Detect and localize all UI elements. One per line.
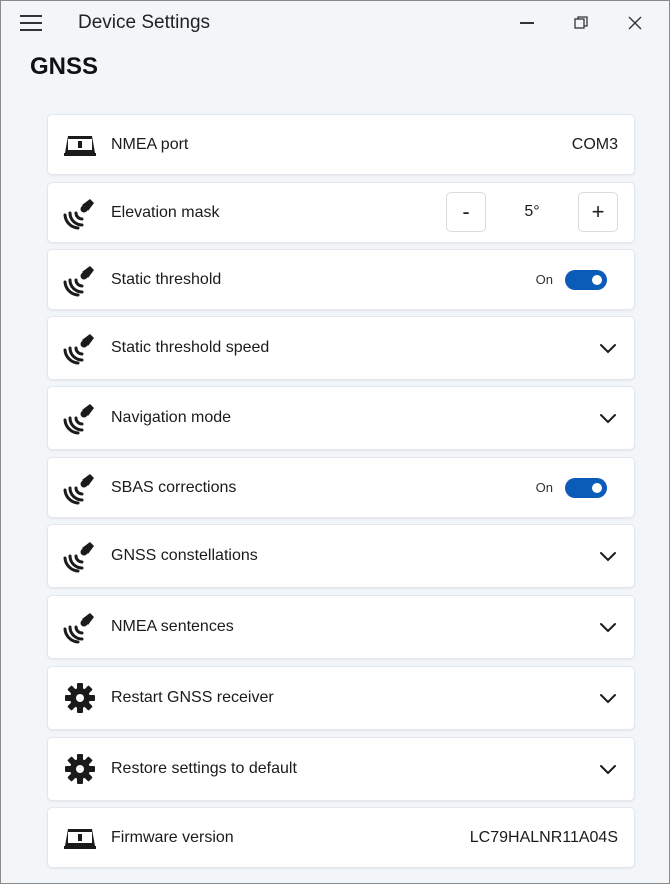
setting-label: Elevation mask — [111, 203, 220, 221]
minimize-icon — [520, 22, 534, 24]
satellite-icon — [63, 401, 97, 435]
device-icon — [63, 128, 97, 162]
increment-button[interactable]: + — [578, 191, 618, 232]
setting-gnss-constellations[interactable]: GNSS constellations — [47, 524, 635, 588]
satellite-icon — [63, 196, 97, 230]
setting-label: Restart GNSS receiver — [111, 689, 274, 706]
sbas-toggle[interactable] — [565, 477, 607, 498]
setting-navigation-mode[interactable]: Navigation mode — [47, 386, 635, 450]
chevron-down-icon[interactable] — [596, 544, 620, 568]
toggle-state: On — [535, 480, 553, 495]
toggle-container: On — [535, 477, 607, 498]
setting-value: LC79HALNR11A04S — [469, 828, 618, 846]
chevron-down-icon[interactable] — [596, 686, 620, 710]
satellite-icon — [63, 539, 97, 573]
toggle-container: On — [535, 269, 607, 290]
chevron-down-icon[interactable] — [596, 757, 620, 781]
app-title: Device Settings — [78, 12, 211, 33]
setting-label: NMEA sentences — [111, 618, 234, 635]
satellite-icon — [63, 610, 97, 644]
elevation-stepper: - 5° + — [446, 191, 618, 234]
device-settings-window: Device Settings GNSS NMEA port COM3 Elev… — [0, 0, 670, 884]
hamburger-icon[interactable] — [15, 11, 47, 35]
setting-static-threshold: Static threshold On — [47, 249, 635, 310]
close-button[interactable] — [615, 7, 655, 39]
setting-restore-defaults[interactable]: Restore settings to default — [47, 737, 635, 801]
gear-icon — [63, 752, 97, 786]
gear-icon — [63, 681, 97, 715]
setting-label: Static threshold speed — [111, 339, 270, 356]
maximize-button[interactable] — [561, 7, 601, 39]
setting-label: SBAS corrections — [111, 478, 237, 496]
setting-elevation-mask: Elevation mask - 5° + — [47, 182, 635, 243]
minimize-button[interactable] — [507, 7, 547, 39]
setting-label: Firmware version — [111, 828, 234, 846]
chevron-down-icon[interactable] — [596, 615, 620, 639]
stepper-value: 5° — [524, 202, 540, 220]
decrement-button[interactable]: - — [446, 191, 486, 232]
chevron-down-icon[interactable] — [596, 406, 620, 430]
setting-nmea-port: NMEA port COM3 — [47, 114, 635, 175]
device-icon — [63, 821, 97, 855]
setting-firmware-version: Firmware version LC79HALNR11A04S — [47, 807, 635, 868]
setting-nmea-sentences[interactable]: NMEA sentences — [47, 595, 635, 659]
setting-restart-gnss-receiver[interactable]: Restart GNSS receiver — [47, 666, 635, 730]
satellite-icon — [63, 263, 97, 297]
setting-label: Navigation mode — [111, 409, 232, 426]
title-bar: Device Settings — [1, 1, 669, 45]
setting-label: Restore settings to default — [111, 760, 297, 777]
setting-static-threshold-speed[interactable]: Static threshold speed — [47, 316, 635, 380]
satellite-icon — [63, 471, 97, 505]
setting-sbas-corrections: SBAS corrections On — [47, 457, 635, 518]
static-threshold-toggle[interactable] — [565, 269, 607, 290]
toggle-state: On — [535, 272, 553, 287]
setting-label: GNSS constellations — [111, 547, 258, 564]
satellite-icon — [63, 331, 97, 365]
setting-label: Static threshold — [111, 270, 222, 288]
close-icon — [628, 16, 642, 30]
chevron-down-icon[interactable] — [596, 336, 620, 360]
setting-label: NMEA port — [111, 135, 189, 153]
restore-icon — [574, 16, 588, 29]
page-title: GNSS — [30, 53, 99, 80]
setting-value: COM3 — [571, 135, 618, 153]
